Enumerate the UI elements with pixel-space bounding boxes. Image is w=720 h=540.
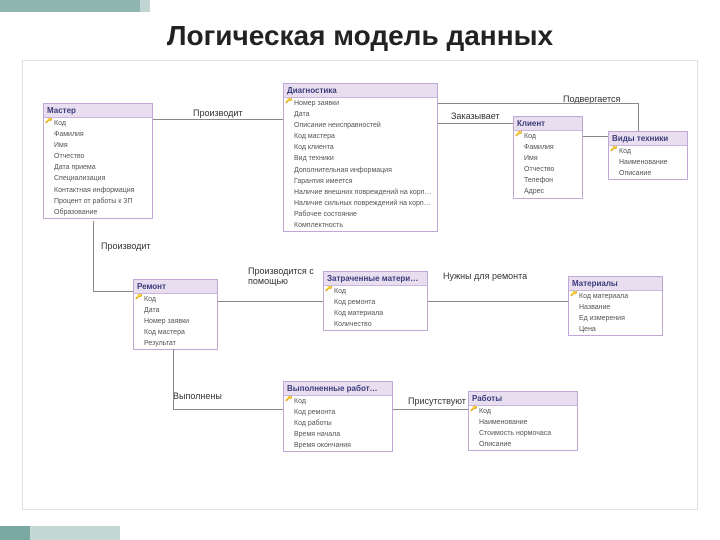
field-key: Код bbox=[469, 406, 577, 417]
rel-label-produces1: Производит bbox=[193, 108, 243, 118]
field: Время начала bbox=[284, 429, 392, 440]
field: Имя bbox=[514, 153, 582, 164]
connector bbox=[438, 103, 638, 104]
field: Телефон bbox=[514, 175, 582, 186]
field: Наименование bbox=[609, 157, 687, 168]
field: Код мастера bbox=[284, 131, 437, 142]
field: Дата приема bbox=[44, 162, 152, 173]
entity-usedmat: Затраченные матери… Код Код ремонта Код … bbox=[323, 271, 428, 331]
field: Имя bbox=[44, 140, 152, 151]
rel-label-orders: Заказывает bbox=[451, 111, 500, 121]
field: Дата bbox=[284, 109, 437, 120]
entity-works: Работы Код Наименование Стоимость нормоч… bbox=[468, 391, 578, 451]
field: Время окончания bbox=[284, 440, 392, 451]
field-key: Код bbox=[284, 396, 392, 407]
rel-label-produces2: Производит bbox=[101, 241, 151, 251]
field: Образование bbox=[44, 207, 152, 218]
field: Описание bbox=[469, 439, 577, 450]
entity-repair: Ремонт Код Дата Номер заявки Код мастера… bbox=[133, 279, 218, 350]
connector bbox=[173, 349, 174, 409]
diagram-canvas: Мастер Код Фамилия Имя Отчество Дата при… bbox=[22, 60, 698, 510]
field: Код клиента bbox=[284, 142, 437, 153]
connector bbox=[218, 301, 323, 302]
connector bbox=[93, 291, 133, 292]
connector bbox=[583, 136, 608, 137]
entity-header: Материалы bbox=[569, 277, 662, 291]
field: Процент от работы к ЗП bbox=[44, 196, 152, 207]
field: Отчество bbox=[44, 151, 152, 162]
field: Адрес bbox=[514, 186, 582, 197]
field: Гарантия имеется bbox=[284, 176, 437, 187]
rel-label-present: Присутствуют bbox=[408, 396, 466, 406]
field: Код работы bbox=[284, 418, 392, 429]
field: Код ремонта bbox=[284, 407, 392, 418]
field-key: Код bbox=[324, 286, 427, 297]
entity-header: Работы bbox=[469, 392, 577, 406]
field: Код ремонта bbox=[324, 297, 427, 308]
rel-label-madewith: Производится с помощью bbox=[248, 266, 318, 286]
entity-diag: Диагностика Номер заявки Дата Описание н… bbox=[283, 83, 438, 232]
connector bbox=[438, 123, 513, 124]
field-key: Код bbox=[44, 118, 152, 129]
entity-materials: Материалы Код материала Название Ед изме… bbox=[568, 276, 663, 336]
field: Контактная информация bbox=[44, 185, 152, 196]
connector bbox=[153, 119, 283, 120]
connector bbox=[638, 103, 639, 131]
accent-seg bbox=[30, 526, 120, 540]
entity-header: Выполненные работ… bbox=[284, 382, 392, 396]
connector bbox=[428, 301, 568, 302]
field: Количество bbox=[324, 319, 427, 330]
field-key: Номер заявки bbox=[284, 98, 437, 109]
field: Название bbox=[569, 302, 662, 313]
field: Комплектность bbox=[284, 220, 437, 231]
field: Код мастера bbox=[134, 327, 217, 338]
entity-header: Мастер bbox=[44, 104, 152, 118]
entity-header: Клиент bbox=[514, 117, 582, 131]
field: Фамилия bbox=[514, 142, 582, 153]
field: Вид техники bbox=[284, 153, 437, 164]
rel-label-done: Выполнены bbox=[173, 391, 222, 401]
field: Наименование bbox=[469, 417, 577, 428]
connector bbox=[173, 409, 283, 410]
entity-master: Мастер Код Фамилия Имя Отчество Дата при… bbox=[43, 103, 153, 219]
entity-client: Клиент Код Фамилия Имя Отчество Телефон … bbox=[513, 116, 583, 199]
connector bbox=[93, 221, 94, 291]
entity-header: Виды техники bbox=[609, 132, 687, 146]
field: Дополнительная информация bbox=[284, 165, 437, 176]
field: Отчество bbox=[514, 164, 582, 175]
field: Код материала bbox=[324, 308, 427, 319]
field: Рабочее состояние bbox=[284, 209, 437, 220]
field: Ед измерения bbox=[569, 313, 662, 324]
field-key: Код bbox=[134, 294, 217, 305]
top-accent-bar bbox=[0, 0, 720, 12]
field: Наличие внешних повреждений на корпусе bbox=[284, 187, 437, 198]
entity-tech: Виды техники Код Наименование Описание bbox=[608, 131, 688, 180]
field-key: Код bbox=[609, 146, 687, 157]
field: Описание bbox=[609, 168, 687, 179]
field: Описание неисправностей bbox=[284, 120, 437, 131]
field: Цена bbox=[569, 324, 662, 335]
connector bbox=[393, 409, 468, 410]
accent-seg bbox=[0, 526, 30, 540]
field: Результат bbox=[134, 338, 217, 349]
field: Стоимость нормочаса bbox=[469, 428, 577, 439]
field: Дата bbox=[134, 305, 217, 316]
entity-header: Диагностика bbox=[284, 84, 437, 98]
page-title: Логическая модель данных bbox=[0, 12, 720, 56]
entity-header: Ремонт bbox=[134, 280, 217, 294]
entity-header: Затраченные матери… bbox=[324, 272, 427, 286]
rel-label-neededfor: Нужны для ремонта bbox=[443, 271, 527, 281]
field-key: Код материала bbox=[569, 291, 662, 302]
field: Номер заявки bbox=[134, 316, 217, 327]
field: Фамилия bbox=[44, 129, 152, 140]
field-key: Код bbox=[514, 131, 582, 142]
entity-donework: Выполненные работ… Код Код ремонта Код р… bbox=[283, 381, 393, 452]
bottom-accent-bar bbox=[0, 526, 720, 540]
field: Наличие сильных повреждений на корпусе bbox=[284, 198, 437, 209]
field: Специализация bbox=[44, 173, 152, 184]
